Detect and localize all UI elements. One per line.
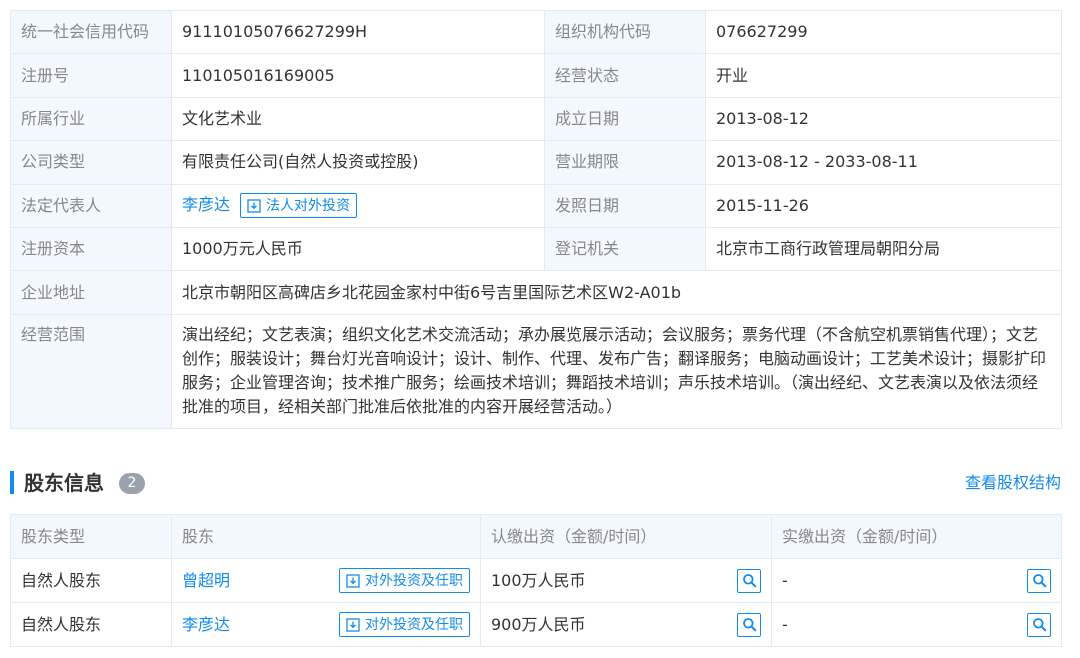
shareholders-header: 股东信息 2 查看股权结构 <box>10 468 1061 498</box>
info-row: 注册号 110105016169005 经营状态 开业 <box>10 53 1062 98</box>
holder-invest-label: 对外投资及任职 <box>365 572 463 589</box>
paid-cell: - <box>771 602 1062 647</box>
search-icon <box>1032 574 1046 588</box>
founded-value: 2013-08-12 <box>705 96 1062 142</box>
search-icon <box>1032 618 1046 632</box>
info-row: 统一社会信用代码 91110105076627299H 组织机构代码 07662… <box>10 9 1062 55</box>
column-header: 实缴出资（金额/时间） <box>771 514 1062 559</box>
subscribed-search-button[interactable] <box>737 568 761 593</box>
table-row: 自然人股东 李彦达 对外投资及任职 900万人民币 - <box>10 602 1062 647</box>
holder-invest-button[interactable]: 对外投资及任职 <box>339 612 470 637</box>
legal-rep-label: 法定代表人 <box>10 183 172 228</box>
capital-label: 注册资本 <box>10 226 172 272</box>
invest-icon <box>247 199 261 213</box>
address-label: 企业地址 <box>10 270 172 315</box>
holder-name-link[interactable]: 李彦达 <box>182 613 230 637</box>
holder-cell: 曾超明 对外投资及任职 <box>171 558 481 603</box>
org-code-value: 076627299 <box>705 9 1062 55</box>
search-icon <box>742 618 756 632</box>
holder-invest-button[interactable]: 对外投资及任职 <box>339 568 470 593</box>
subscribed-value: 100万人民币 <box>491 570 586 590</box>
industry-value: 文化艺术业 <box>171 96 545 142</box>
issue-date-value: 2015-11-26 <box>705 183 1062 228</box>
paid-search-button[interactable] <box>1027 568 1051 593</box>
paid-cell: - <box>771 558 1062 603</box>
search-icon <box>742 574 756 588</box>
info-row: 所属行业 文化艺术业 成立日期 2013-08-12 <box>10 96 1062 142</box>
info-row: 注册资本 1000万元人民币 登记机关 北京市工商行政管理局朝阳分局 <box>10 226 1062 272</box>
table-row: 自然人股东 曾超明 对外投资及任职 100万人民币 - <box>10 558 1062 603</box>
holder-cell: 李彦达 对外投资及任职 <box>171 602 481 647</box>
reg-no-value: 110105016169005 <box>171 53 545 98</box>
founded-label: 成立日期 <box>544 96 706 142</box>
column-header: 股东 <box>171 514 481 559</box>
scope-label: 经营范围 <box>10 313 172 429</box>
column-header: 认缴出资（金额/时间） <box>480 514 772 559</box>
invest-icon <box>346 617 360 632</box>
holder-type: 自然人股东 <box>10 602 172 647</box>
authority-label: 登记机关 <box>544 226 706 272</box>
invest-icon <box>346 573 360 588</box>
table-header-row: 股东类型 股东 认缴出资（金额/时间） 实缴出资（金额/时间） <box>10 514 1062 559</box>
paid-value: - <box>782 614 788 634</box>
company-type-value: 有限责任公司(自然人投资或控股) <box>171 140 545 185</box>
company-type-label: 公司类型 <box>10 140 172 185</box>
issue-date-label: 发照日期 <box>544 183 706 228</box>
status-value: 开业 <box>705 53 1062 98</box>
legal-rep-invest-label: 法人对外投资 <box>266 197 351 214</box>
paid-value: - <box>782 570 788 590</box>
holder-type: 自然人股东 <box>10 558 172 603</box>
legal-rep-cell: 李彦达 法人对外投资 <box>171 183 545 228</box>
shareholders-table: 股东类型 股东 认缴出资（金额/时间） 实缴出资（金额/时间） 自然人股东 曾超… <box>10 514 1062 647</box>
subscribed-value: 900万人民币 <box>491 614 586 634</box>
status-label: 经营状态 <box>544 53 706 98</box>
paid-search-button[interactable] <box>1027 612 1051 637</box>
term-label: 营业期限 <box>544 140 706 185</box>
industry-label: 所属行业 <box>10 96 172 142</box>
info-row: 公司类型 有限责任公司(自然人投资或控股) 营业期限 2013-08-12 - … <box>10 140 1062 185</box>
credit-code-label: 统一社会信用代码 <box>10 9 172 55</box>
view-structure-link[interactable]: 查看股权结构 <box>965 468 1061 498</box>
credit-code-value: 91110105076627299H <box>171 9 545 55</box>
scope-value: 演出经纪；文艺表演；组织文化艺术交流活动；承办展览展示活动；会议服务；票务代理（… <box>171 313 1062 429</box>
subscribed-search-button[interactable] <box>737 612 761 637</box>
info-row: 企业地址 北京市朝阳区高碑店乡北花园金家村中街6号吉里国际艺术区W2-A01b <box>10 270 1062 315</box>
subscribed-cell: 900万人民币 <box>480 602 772 647</box>
address-value: 北京市朝阳区高碑店乡北花园金家村中街6号吉里国际艺术区W2-A01b <box>171 270 1062 315</box>
info-row: 经营范围 演出经纪；文艺表演；组织文化艺术交流活动；承办展览展示活动；会议服务；… <box>10 313 1062 429</box>
subscribed-cell: 100万人民币 <box>480 558 772 603</box>
term-value: 2013-08-12 - 2033-08-11 <box>705 140 1062 185</box>
count-badge: 2 <box>119 473 145 494</box>
capital-value: 1000万元人民币 <box>171 226 545 272</box>
section-accent-bar <box>10 471 14 494</box>
holder-name-link[interactable]: 曾超明 <box>182 569 230 593</box>
org-code-label: 组织机构代码 <box>544 9 706 55</box>
section-title: 股东信息 <box>24 471 104 495</box>
legal-rep-invest-button[interactable]: 法人对外投资 <box>240 193 358 219</box>
company-info-table: 统一社会信用代码 91110105076627299H 组织机构代码 07662… <box>10 9 1062 429</box>
reg-no-label: 注册号 <box>10 53 172 98</box>
legal-rep-link[interactable]: 李彦达 <box>182 195 230 214</box>
holder-invest-label: 对外投资及任职 <box>365 616 463 633</box>
authority-value: 北京市工商行政管理局朝阳分局 <box>705 226 1062 272</box>
info-row: 法定代表人 李彦达 法人对外投资 发照日期 2015-11-26 <box>10 183 1062 228</box>
column-header: 股东类型 <box>10 514 172 559</box>
